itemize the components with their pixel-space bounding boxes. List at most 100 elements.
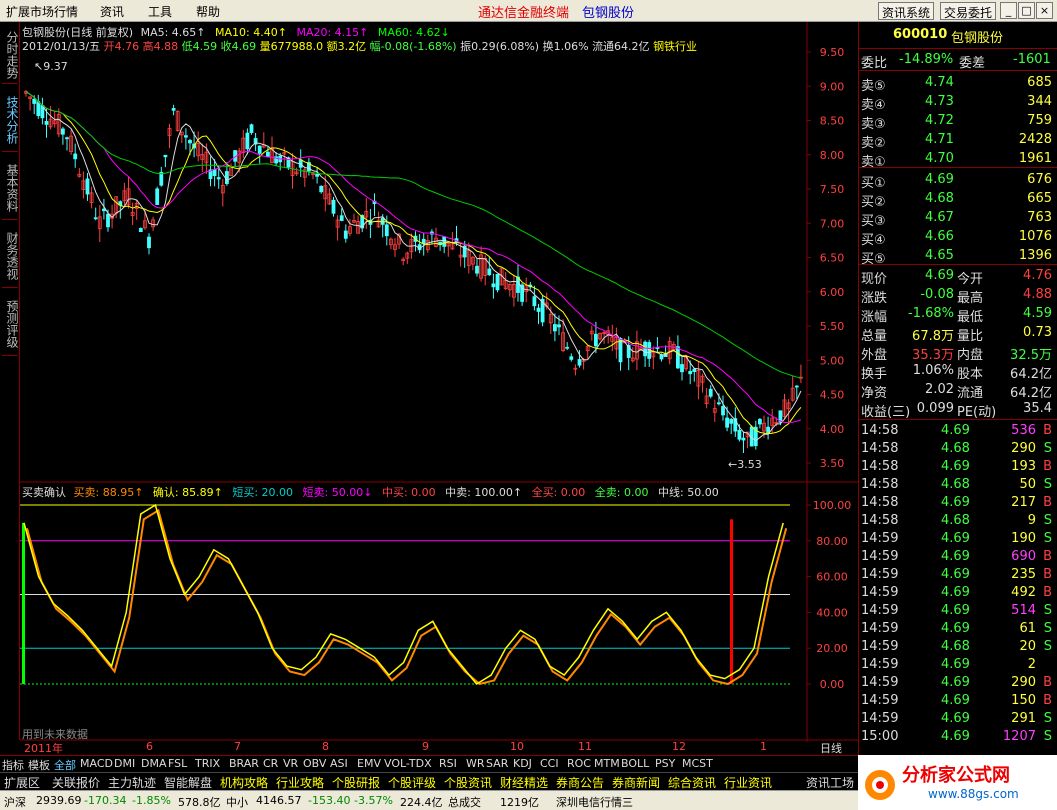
bottom-tab[interactable]: 行业资讯 — [724, 774, 772, 791]
bid-row[interactable]: 买⑤ 4.65 1396 — [859, 247, 1057, 267]
tick-time: 14:58 — [861, 441, 899, 456]
indicator-tab[interactable]: ASI — [330, 757, 348, 770]
ask-row[interactable]: 卖① 4.70 1961 — [859, 150, 1057, 170]
candle-body — [725, 417, 729, 428]
indicator-tab[interactable]: FSL — [168, 757, 187, 770]
indicator-tab[interactable]: VR — [283, 757, 298, 770]
candle-body — [315, 173, 320, 177]
indicator-tab[interactable]: BOLL — [621, 757, 649, 770]
stat-label: 内盘 — [957, 348, 984, 363]
bottom-tab[interactable]: 券商公告 — [556, 774, 604, 791]
indicator-tab[interactable]: PSY — [655, 757, 675, 770]
indicator-tab[interactable]: DMA — [141, 757, 167, 770]
logo-text: 分析家公式网 — [902, 765, 1010, 786]
tab-finance[interactable]: 财务透视 — [2, 224, 19, 288]
menu-item-market[interactable]: 扩展市场行情 — [6, 3, 78, 20]
bid-row[interactable]: 买① 4.69 676 — [859, 171, 1057, 191]
candle-body — [85, 178, 90, 195]
tab-technical[interactable]: 技术分析 — [2, 88, 19, 152]
tick-row: 14:59 4.69 291 S — [859, 710, 1057, 728]
menu-item-tools[interactable]: 工具 — [148, 3, 172, 20]
bottom-tab[interactable]: 个股研报 — [332, 774, 380, 791]
bid-row[interactable]: 买③ 4.67 763 — [859, 209, 1057, 229]
trade-order-button[interactable]: 交易委托 — [940, 2, 997, 20]
indicator-tab[interactable]: ROC — [567, 757, 591, 770]
info-amount: 额3.2亿 — [326, 40, 367, 53]
minimize-icon[interactable]: _ — [1000, 2, 1017, 19]
news-system-button[interactable]: 资讯系统 — [878, 2, 935, 20]
ask-row[interactable]: 卖③ 4.72 759 — [859, 112, 1057, 132]
restore-icon[interactable]: □ — [1018, 2, 1035, 19]
tick-direction: B — [1043, 423, 1052, 438]
bottom-tab[interactable]: 关联报价 — [52, 774, 100, 791]
bottom-tab[interactable]: 主力轨迹 — [108, 774, 156, 791]
stock-code: 600010 — [893, 27, 948, 42]
bid-label: 买② — [861, 195, 886, 210]
indicator-tab[interactable]: WR — [466, 757, 485, 770]
menu-item-help[interactable]: 帮助 — [196, 3, 220, 20]
ask-price: 4.74 — [925, 75, 954, 90]
bottom-tab[interactable]: 行业攻略 — [276, 774, 324, 791]
bid-row[interactable]: 买② 4.68 665 — [859, 190, 1057, 210]
weibi-row: 委比 -14.89% 委差 -1601 — [859, 51, 1057, 71]
bottom-tab[interactable]: 个股评级 — [388, 774, 436, 791]
indicator-tab[interactable]: 模板 — [28, 757, 50, 773]
menu-item-news[interactable]: 资讯 — [100, 3, 124, 20]
price-axis-label: 5.50 — [820, 320, 845, 333]
kline-chart[interactable]: 9.50 9.00 8.50 8.00 7.50 7.00 6.50 6.00 5.50 5.00… — [20, 22, 858, 742]
indicator-tab[interactable]: OBV — [303, 757, 326, 770]
indicator-axis-label: 60.00 — [816, 571, 848, 584]
indicator-tab[interactable]: TRIX — [195, 757, 220, 770]
tick-time: 14:59 — [861, 675, 899, 690]
indicator-tab[interactable]: 全部 — [54, 757, 76, 773]
indicator-tab[interactable]: VOL-TDX — [384, 757, 432, 770]
bottom-tab[interactable]: 智能解盘 — [164, 774, 212, 791]
indicator-tab[interactable]: CCI — [540, 757, 559, 770]
indicator-tab[interactable]: 指标 — [2, 757, 24, 773]
chart-area[interactable]: 9.50 9.00 8.50 8.00 7.50 7.00 6.50 6.00 5.50 5.00… — [20, 22, 858, 742]
indicator-tab[interactable]: CR — [263, 757, 278, 770]
period-label[interactable]: 日线 — [820, 740, 842, 756]
indicator-tab[interactable]: DMI — [114, 757, 135, 770]
bottom-tab[interactable]: 个股资讯 — [444, 774, 492, 791]
tab-intraday[interactable]: 分时走势 — [2, 26, 19, 84]
info-low: 低4.59 — [181, 40, 218, 53]
stat-label: 涨跌 — [861, 291, 888, 306]
indicator-tab[interactable]: MACD — [80, 757, 113, 770]
candle-body — [319, 185, 324, 193]
tab-rating[interactable]: 预测评级 — [2, 292, 19, 356]
tick-direction: S — [1043, 621, 1052, 636]
indicator-tab[interactable]: RSI — [439, 757, 457, 770]
indicator-tab[interactable]: SAR — [486, 757, 508, 770]
bid-row[interactable]: 买④ 4.66 1076 — [859, 228, 1057, 248]
bottom-tab[interactable]: 券商新闻 — [612, 774, 660, 791]
indicator-tab[interactable]: BRAR — [229, 757, 259, 770]
indicator-tab[interactable]: EMV — [357, 757, 381, 770]
candle-body — [384, 224, 389, 237]
bottom-tab[interactable]: 机构攻略 — [220, 774, 268, 791]
stat-value: -1.68% — [908, 306, 954, 321]
tab-basic-info[interactable]: 基本资料 — [2, 156, 19, 220]
date-label: 7 — [234, 740, 241, 753]
indicator-tab[interactable]: KDJ — [513, 757, 532, 770]
bottom-tab[interactable]: 扩展区 — [4, 774, 40, 791]
indicator-tab[interactable]: MTM — [594, 757, 620, 770]
weicha-value: -1601 — [1013, 52, 1051, 67]
left-tab-bar: 分时走势 技术分析 基本资料 财务透视 预测评级 — [0, 22, 20, 740]
tick-time: 14:59 — [861, 693, 899, 708]
ask-row[interactable]: 卖⑤ 4.74 685 — [859, 74, 1057, 94]
ask-row[interactable]: 卖④ 4.73 344 — [859, 93, 1057, 113]
bottom-tab[interactable]: 财经精选 — [500, 774, 548, 791]
status-item: 578.8亿 — [178, 796, 221, 809]
tick-direction: S — [1043, 477, 1052, 492]
info-amplitude: 振0.29(6.08%) — [460, 40, 540, 53]
close-icon[interactable]: × — [1036, 2, 1053, 19]
low-value: 3.53 — [737, 458, 762, 471]
ask-row[interactable]: 卖② 4.71 2428 — [859, 131, 1057, 151]
bottom-tab[interactable]: 资讯工场 — [806, 774, 854, 791]
tick-volume: 190 — [1011, 531, 1036, 546]
indicator-tab[interactable]: MCST — [682, 757, 713, 770]
bottom-tab[interactable]: 综合资讯 — [668, 774, 716, 791]
stat-value: 35.4 — [1023, 401, 1052, 416]
quote-title: 600010 包钢股份 — [859, 26, 1057, 46]
